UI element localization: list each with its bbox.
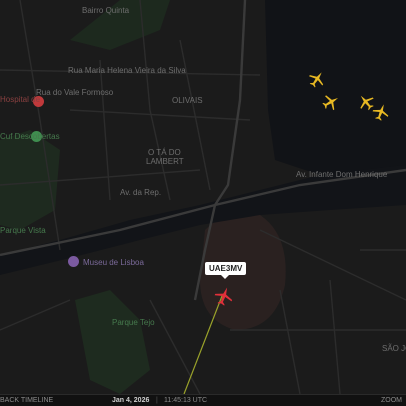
divider: | [156,397,158,404]
district-label: SÃO JOÃO DE DEUS [382,344,406,353]
aircraft-icon[interactable] [322,93,340,111]
museum-icon[interactable] [68,256,79,267]
time-readout: 11:45:13 UTC [164,397,208,404]
road-label-1: Rua Maria Helena Vieira da Silva [68,66,186,75]
poi-label-4: Museu de Lisboa [83,258,144,267]
aircraft-icon[interactable] [308,70,326,88]
road-label-2: Rua do Vale Formoso [36,88,114,97]
playback-bar: BACK TIMELINE Jan 4, 2026 | 11:45:13 UTC… [0,394,406,406]
neighborhood-label: OLIVAIS [172,96,203,105]
back-timeline-button[interactable]: BACK TIMELINE [0,395,53,406]
tag-label-line-1: O TÁ DO [148,148,181,157]
poi-label-5: Parque Tejo [112,318,155,327]
date-readout: Jan 4, 2026 [112,397,150,404]
tag-label-line-2: LAMBERT [146,157,184,166]
flight-tracker-map[interactable]: Rua Maria Helena Vieira da Silva Rua do … [0,0,406,406]
road-label-3: Av. da Rep. [120,188,162,197]
road-label-4: Av. Infante Dom Henrique [296,170,388,179]
selected-aircraft-icon[interactable] [214,286,234,306]
poi-label-1: Hospital de [0,95,41,104]
top-name-label: Bairro Quinta [82,6,130,15]
aircraft-icon[interactable] [372,103,390,121]
map-base [0,0,406,406]
poi-label-2: Cuf Descobertas [0,132,60,141]
flight-callsign-label[interactable]: UAE3MV [205,262,247,279]
zoom-button[interactable]: ZOOM [381,395,402,406]
poi-label-3: Parque Vista [0,226,46,235]
